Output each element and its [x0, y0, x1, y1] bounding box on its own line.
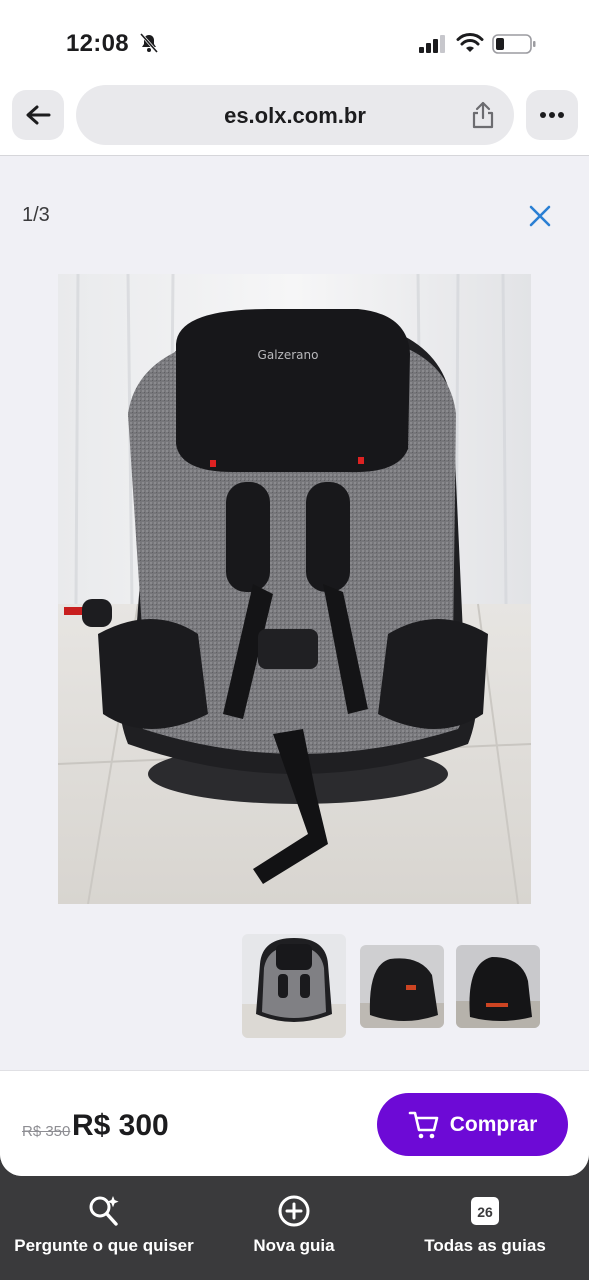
- main-photo[interactable]: Galzerano: [58, 274, 531, 904]
- buy-button[interactable]: Comprar: [377, 1093, 568, 1156]
- search-sparkle-icon: [89, 1196, 119, 1226]
- address-bar[interactable]: es.olx.com.br: [76, 85, 514, 145]
- arrow-left-icon: [26, 105, 51, 125]
- tab-count: 26: [477, 1204, 493, 1220]
- all-tabs-button[interactable]: 26 Todas as guias: [418, 1194, 552, 1256]
- close-icon[interactable]: [526, 202, 554, 230]
- purchase-bar: R$ 350 R$ 300 Comprar: [0, 1070, 589, 1176]
- old-price: R$ 350: [22, 1123, 71, 1140]
- wifi-icon: [456, 33, 484, 52]
- silent-bell-icon: [139, 33, 159, 53]
- cart-icon: [408, 1111, 439, 1138]
- cellular-signal-icon: [419, 35, 445, 53]
- status-bar: 12:08: [0, 0, 589, 82]
- bottom-toolbar: Pergunte o que quiser Nova guia 26 Todas…: [0, 1176, 589, 1280]
- ask-label: Pergunte o que quiser: [14, 1236, 194, 1255]
- url-text: es.olx.com.br: [224, 103, 366, 128]
- clock: 12:08: [66, 30, 129, 57]
- new-tab-button[interactable]: Nova guia: [244, 1194, 344, 1256]
- browser-toolbar: es.olx.com.br: [0, 82, 589, 156]
- buy-button-label: Comprar: [449, 1112, 538, 1136]
- image-counter: 1/3: [22, 204, 50, 226]
- thumbnail-3[interactable]: [456, 945, 540, 1028]
- thumbnail-1[interactable]: [242, 934, 346, 1038]
- back-button[interactable]: [12, 90, 64, 140]
- thumbnail-image: [242, 934, 346, 1038]
- plus-circle-icon: [278, 1195, 310, 1227]
- thumbnail-image: [456, 945, 540, 1028]
- more-button[interactable]: [526, 90, 578, 140]
- current-price: R$ 300: [72, 1109, 169, 1142]
- all-tabs-label: Todas as guias: [424, 1236, 546, 1255]
- browser-sheet: 12:08 es.olx.com.br 1/3 Galzerano R$ 350…: [0, 0, 589, 1176]
- car-seat-image: Galzerano: [58, 274, 531, 904]
- ellipsis-icon: [540, 112, 564, 118]
- ask-button[interactable]: Pergunte o que quiser: [14, 1194, 194, 1256]
- battery-icon: [492, 34, 536, 54]
- thumbnail-2[interactable]: [360, 945, 444, 1028]
- tabs-count-icon: 26: [471, 1197, 499, 1225]
- thumbnail-image: [360, 945, 444, 1028]
- share-icon[interactable]: [470, 101, 496, 129]
- brand-text: Galzerano: [258, 348, 319, 362]
- image-gallery: 1/3 Galzerano: [0, 156, 589, 1070]
- new-tab-label: Nova guia: [253, 1236, 335, 1255]
